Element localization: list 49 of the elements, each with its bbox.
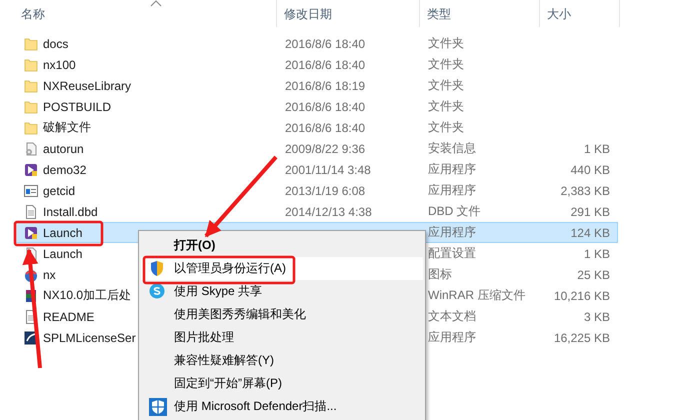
date-cell: 2013/1/19 6:08 — [285, 184, 366, 198]
file-name: POSTBUILD — [43, 100, 112, 114]
size-cell: 25 KB — [577, 268, 610, 282]
size-cell: 1 KB — [584, 246, 610, 260]
date-cell: 2016/8/6 18:40 — [285, 120, 366, 134]
type-cell: 应用程序 — [428, 330, 476, 344]
file-name: demo32 — [43, 162, 86, 176]
date-cell: 2016/8/6 18:19 — [285, 78, 366, 92]
size-cell: 3 KB — [584, 310, 610, 324]
type-cell: 安装信息 — [428, 141, 476, 155]
type-cell: 应用程序 — [428, 225, 476, 239]
file-name: NX10.0加工后处 — [43, 287, 132, 304]
type-cell: 配置设置 — [428, 246, 476, 260]
file-name: autorun — [43, 142, 84, 156]
date-cell: 2016/8/6 18:40 — [285, 100, 366, 114]
date-cell: 2014/12/13 4:38 — [285, 204, 372, 218]
type-cell: 图标 — [428, 267, 452, 281]
date-cell: 2009/8/22 9:36 — [285, 142, 366, 156]
size-cell: 2,383 KB — [560, 184, 610, 198]
file-name: nx — [43, 268, 56, 282]
file-name: docs — [43, 36, 68, 50]
type-cell: 应用程序 — [428, 183, 476, 197]
file-name: Launch — [43, 226, 82, 240]
size-cell: 16,225 KB — [554, 330, 610, 344]
type-cell: 文件夹 — [428, 78, 464, 92]
type-cell: WinRAR 压缩文件 — [428, 288, 526, 302]
size-cell: 440 KB — [570, 162, 610, 176]
file-name: Launch — [43, 246, 82, 260]
file-name: NXReuseLibrary — [43, 78, 132, 92]
file-name: Install.dbd — [43, 204, 98, 218]
date-cell: 2016/8/6 18:40 — [285, 58, 366, 72]
size-cell: 1 KB — [584, 142, 610, 156]
file-name: README — [43, 310, 94, 324]
file-name: SPLMLicenseSer — [43, 330, 136, 344]
type-cell: 文件夹 — [428, 36, 464, 50]
size-cell: 10,216 KB — [554, 288, 610, 302]
type-cell: 文件夹 — [428, 99, 464, 113]
file-name: nx100 — [43, 58, 76, 72]
date-cell: 2016/8/6 18:40 — [285, 36, 366, 50]
type-cell: 文本文档 — [428, 309, 476, 323]
type-cell: 文件夹 — [428, 57, 464, 71]
type-cell: DBD 文件 — [428, 204, 481, 218]
file-name: getcid — [43, 184, 76, 198]
date-cell: 2001/11/14 3:48 — [285, 162, 371, 176]
size-cell: 291 KB — [570, 204, 610, 218]
size-cell: 124 KB — [570, 226, 610, 240]
file-name: 破解文件 — [43, 119, 91, 136]
type-cell: 应用程序 — [428, 162, 476, 176]
type-cell: 文件夹 — [428, 120, 464, 134]
